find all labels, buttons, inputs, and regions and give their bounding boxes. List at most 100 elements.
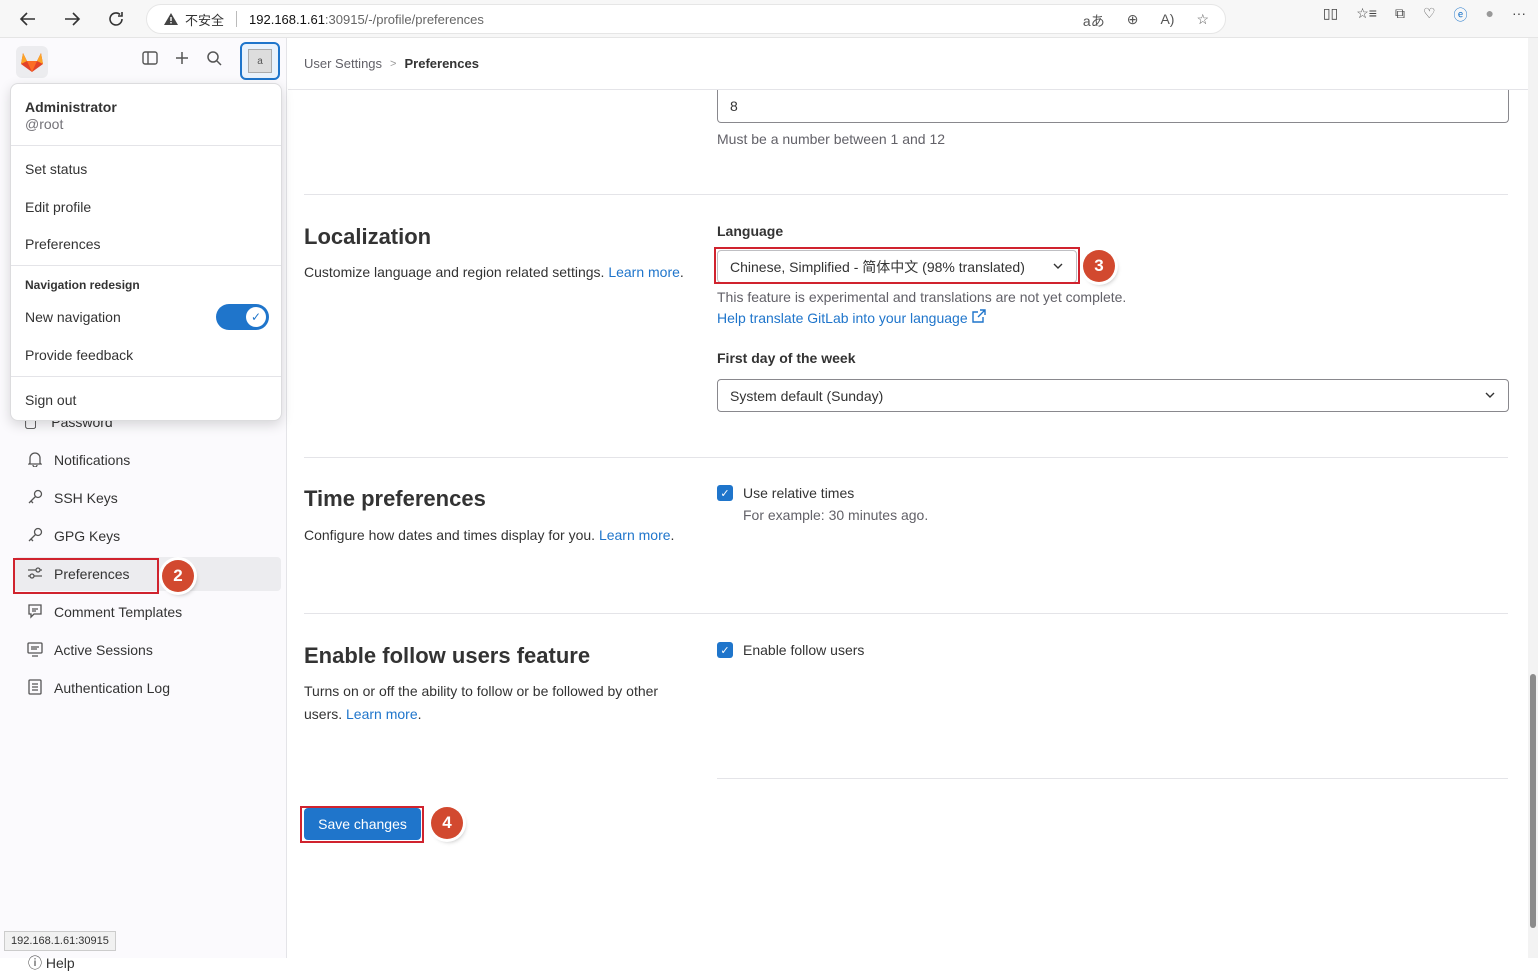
favorite-star-icon[interactable]: ☆ — [1196, 11, 1209, 31]
number-input[interactable]: 8 — [717, 90, 1509, 123]
breadcrumb: User Settings > Preferences — [288, 38, 1528, 90]
relative-times-checkbox[interactable]: ✓ — [717, 485, 733, 501]
localization-description: Customize language and region related se… — [304, 264, 684, 280]
localization-title: Localization — [304, 224, 432, 249]
user-handle: @root — [25, 116, 64, 132]
split-screen-icon[interactable]: ▯▯ — [1323, 5, 1338, 25]
follow-users-description: Turns on or off the ability to follow or… — [304, 683, 659, 722]
log-icon — [24, 678, 46, 698]
new-navigation-toggle[interactable]: ✓ — [216, 304, 269, 330]
favorites-icon[interactable]: ☆≡ — [1356, 5, 1377, 25]
plus-icon[interactable] — [174, 50, 190, 71]
forward-icon[interactable] — [60, 7, 84, 31]
number-help-text: Must be a number between 1 and 12 — [717, 131, 946, 147]
gitlab-logo-icon[interactable] — [16, 46, 48, 78]
browser-extensions: ▯▯ ☆≡ ⧉ ♡ ⓔ ● ··· — [1323, 5, 1526, 25]
nav-redesign-heading: Navigation redesign — [25, 278, 140, 292]
breadcrumb-user-settings[interactable]: User Settings — [304, 56, 382, 71]
warning-icon — [164, 13, 178, 25]
chevron-down-icon — [1484, 388, 1496, 404]
chevron-right-icon: > — [390, 57, 397, 70]
sidebar-item-ssh-keys[interactable]: SSH Keys — [14, 481, 281, 515]
time-preferences-title: Time preferences — [304, 486, 486, 511]
translate-link[interactable]: Help translate GitLab into your language — [717, 309, 986, 326]
follow-users-title: Enable follow users feature — [304, 643, 591, 668]
bell-icon — [24, 451, 46, 470]
set-status-item[interactable]: Set status — [25, 161, 87, 177]
sidebar-item-notifications[interactable]: Notifications — [14, 443, 281, 477]
question-icon: ⓘ — [28, 955, 42, 971]
divider — [11, 376, 281, 377]
experimental-note: This feature is experimental and transla… — [717, 289, 1127, 305]
user-dropdown-menu: Administrator @root Set status Edit prof… — [10, 83, 282, 421]
divider — [717, 778, 1508, 779]
url-separator — [236, 11, 238, 27]
user-avatar-button[interactable]: a — [240, 42, 280, 80]
sidebar-toggle-icon[interactable] — [142, 50, 158, 71]
time-preferences-description: Configure how dates and times display fo… — [304, 527, 675, 543]
help-link[interactable]: ⓘ Help — [28, 953, 75, 973]
time-learn-more[interactable]: Learn more — [599, 527, 671, 543]
read-aloud-icon[interactable]: A) — [1160, 11, 1174, 31]
step-badge-2: 2 — [162, 560, 194, 592]
key-icon — [24, 527, 46, 546]
provide-feedback-item[interactable]: Provide feedback — [25, 347, 133, 363]
key-icon — [24, 489, 46, 508]
first-day-label: First day of the week — [717, 350, 856, 366]
status-url-tooltip: 192.168.1.61:30915 — [4, 931, 116, 951]
reload-icon[interactable] — [104, 7, 128, 31]
highlight-box-language — [714, 247, 1080, 284]
edge-icon[interactable]: ⓔ — [1454, 5, 1468, 25]
back-icon[interactable] — [16, 7, 40, 31]
collections-icon[interactable]: ⧉ — [1395, 5, 1405, 25]
highlight-box-preferences-nav — [13, 558, 159, 594]
address-bar[interactable]: 不安全 192.168.1.61:30915/-/profile/prefere… — [146, 4, 1226, 34]
insecure-label: 不安全 — [185, 12, 225, 28]
language-label: Language — [717, 223, 784, 239]
sidebar-header: a — [0, 38, 287, 84]
sidebar-item-gpg-keys[interactable]: GPG Keys — [14, 519, 281, 553]
avatar: a — [248, 49, 272, 73]
preferences-menu-item[interactable]: Preferences — [25, 236, 100, 252]
edit-profile-item[interactable]: Edit profile — [25, 199, 91, 215]
relative-times-label: Use relative times — [743, 485, 855, 501]
zoom-icon[interactable]: ⊕ — [1127, 11, 1139, 31]
sign-out-item[interactable]: Sign out — [25, 392, 76, 408]
sidebar-tools — [142, 50, 222, 71]
localization-learn-more[interactable]: Learn more — [608, 264, 680, 280]
scrollbar[interactable] — [1528, 38, 1538, 958]
divider — [304, 613, 1508, 614]
step-badge-3: 3 — [1083, 250, 1115, 282]
divider — [304, 457, 1508, 458]
divider — [304, 194, 1508, 195]
follow-learn-more[interactable]: Learn more — [346, 706, 418, 722]
sidebar-item-authentication-log[interactable]: Authentication Log — [14, 671, 281, 705]
sidebar-item-active-sessions[interactable]: Active Sessions — [14, 633, 281, 667]
url-path: :30915/-/profile/preferences — [324, 11, 484, 27]
comment-icon — [24, 603, 46, 622]
divider — [11, 145, 281, 146]
first-day-select[interactable]: System default (Sunday) — [717, 379, 1509, 412]
profile-avatar-icon[interactable]: ● — [1486, 5, 1494, 25]
more-icon[interactable]: ··· — [1512, 5, 1526, 25]
performance-icon[interactable]: ♡ — [1423, 5, 1436, 25]
sidebar-item-comment-templates[interactable]: Comment Templates — [14, 595, 281, 629]
breadcrumb-preferences[interactable]: Preferences — [404, 56, 478, 71]
step-badge-4: 4 — [431, 807, 463, 839]
url-host: 192.168.1.61 — [249, 11, 325, 27]
relative-times-example: For example: 30 minutes ago. — [743, 507, 929, 523]
external-link-icon — [971, 309, 986, 326]
insecure-indicator[interactable]: 不安全 — [163, 10, 224, 29]
new-navigation-label: New navigation — [25, 309, 121, 325]
divider — [11, 265, 281, 266]
main-content: User Settings > Preferences 8 Must be a … — [288, 38, 1528, 958]
check-icon: ✓ — [246, 307, 266, 327]
highlight-box-save — [300, 806, 424, 843]
translate-icon[interactable]: aあ — [1083, 11, 1105, 31]
enable-follow-label: Enable follow users — [743, 642, 865, 658]
scrollbar-thumb[interactable] — [1530, 674, 1536, 928]
browser-toolbar: 不安全 192.168.1.61:30915/-/profile/prefere… — [0, 0, 1538, 38]
search-icon[interactable] — [206, 50, 222, 71]
user-name[interactable]: Administrator — [25, 99, 117, 115]
enable-follow-checkbox[interactable]: ✓ — [717, 642, 733, 658]
